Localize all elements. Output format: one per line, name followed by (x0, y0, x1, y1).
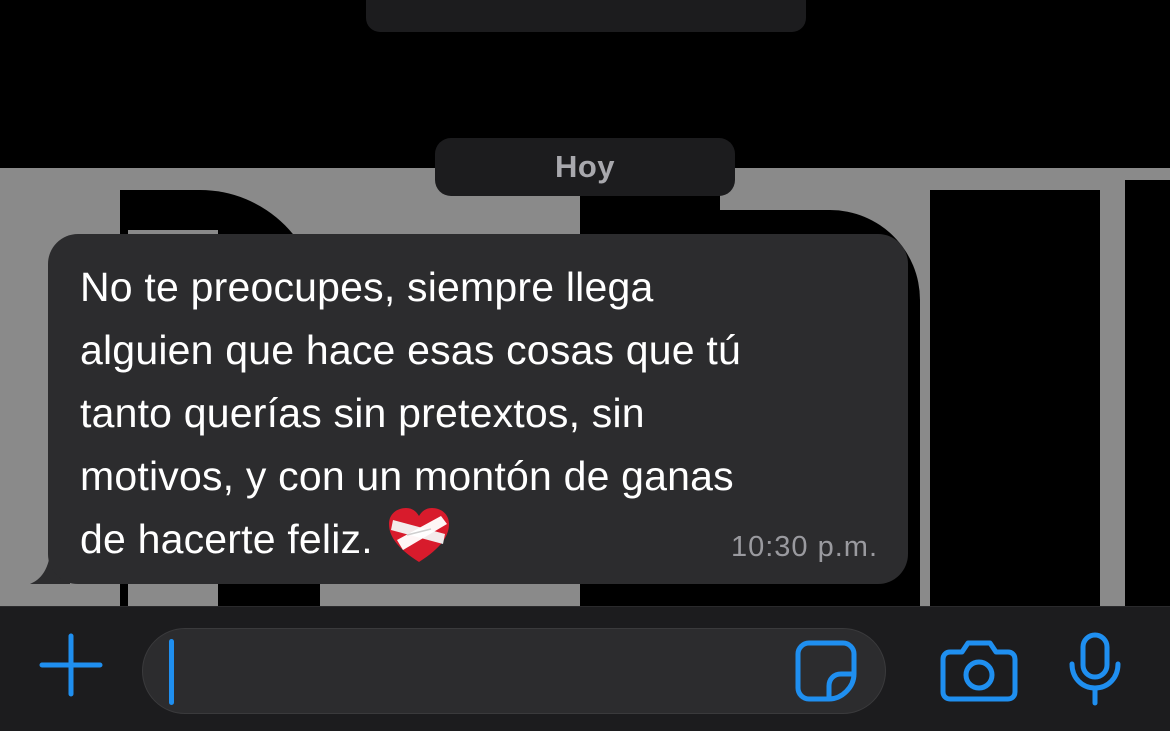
message-text: No te preocupes, siempre llega alguien q… (80, 256, 890, 572)
mending-heart-icon (387, 506, 451, 566)
plus-icon[interactable] (38, 632, 104, 698)
text-caret (169, 639, 174, 705)
microphone-icon[interactable] (1066, 632, 1124, 706)
pinned-banner[interactable] (366, 0, 806, 32)
message-bubble[interactable]: No te preocupes, siempre llega alguien q… (48, 234, 908, 584)
message-input[interactable] (142, 628, 886, 714)
chat-screen: Hoy No te preocupes, siempre llega algui… (0, 0, 1170, 731)
message-timestamp: 10:30 p.m. (730, 531, 878, 563)
camera-icon[interactable] (940, 638, 1018, 702)
sticker-icon[interactable] (795, 640, 857, 702)
date-separator: Hoy (435, 138, 735, 196)
